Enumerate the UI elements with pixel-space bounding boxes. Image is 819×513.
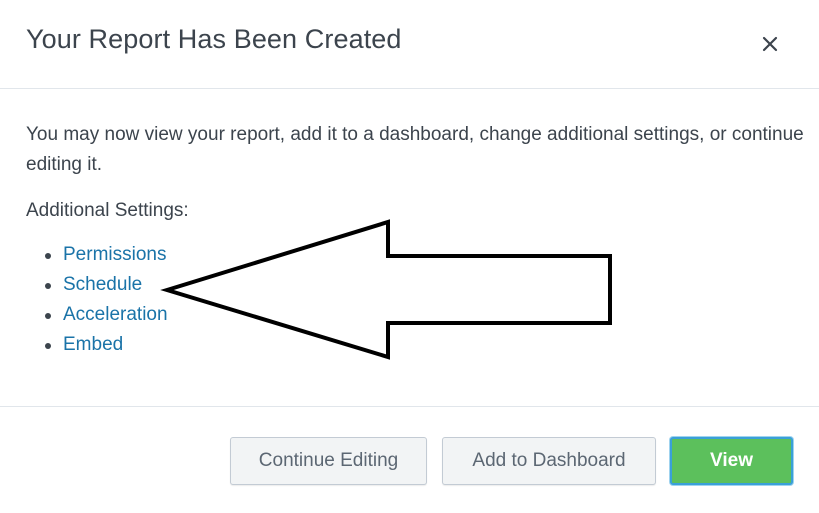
acceleration-link[interactable]: Acceleration: [63, 304, 168, 325]
bullet-icon: [45, 313, 51, 319]
list-item: Acceleration: [26, 300, 168, 330]
modal-body: You may now view your report, add it to …: [0, 90, 819, 406]
schedule-link[interactable]: Schedule: [63, 274, 142, 295]
intro-text: You may now view your report, add it to …: [26, 124, 804, 175]
additional-settings-label: Additional Settings:: [26, 200, 189, 221]
modal-footer: Continue Editing Add to Dashboard View: [0, 406, 819, 513]
continue-editing-button[interactable]: Continue Editing: [230, 437, 427, 485]
bullet-icon: [45, 343, 51, 349]
list-item: Schedule: [26, 270, 168, 300]
view-button[interactable]: View: [670, 437, 793, 485]
permissions-link[interactable]: Permissions: [63, 244, 166, 265]
report-created-modal: Your Report Has Been Created You may now…: [0, 0, 819, 513]
close-button[interactable]: [756, 30, 784, 58]
bullet-icon: [45, 253, 51, 259]
modal-header: Your Report Has Been Created: [0, 0, 819, 89]
embed-link[interactable]: Embed: [63, 334, 123, 355]
list-item: Permissions: [26, 240, 168, 270]
additional-settings-list: Permissions Schedule Acceleration Embed: [26, 240, 168, 360]
list-item: Embed: [26, 330, 168, 360]
add-to-dashboard-button[interactable]: Add to Dashboard: [442, 437, 656, 485]
close-icon: [762, 36, 778, 52]
bullet-icon: [45, 283, 51, 289]
modal-title: Your Report Has Been Created: [26, 24, 402, 54]
